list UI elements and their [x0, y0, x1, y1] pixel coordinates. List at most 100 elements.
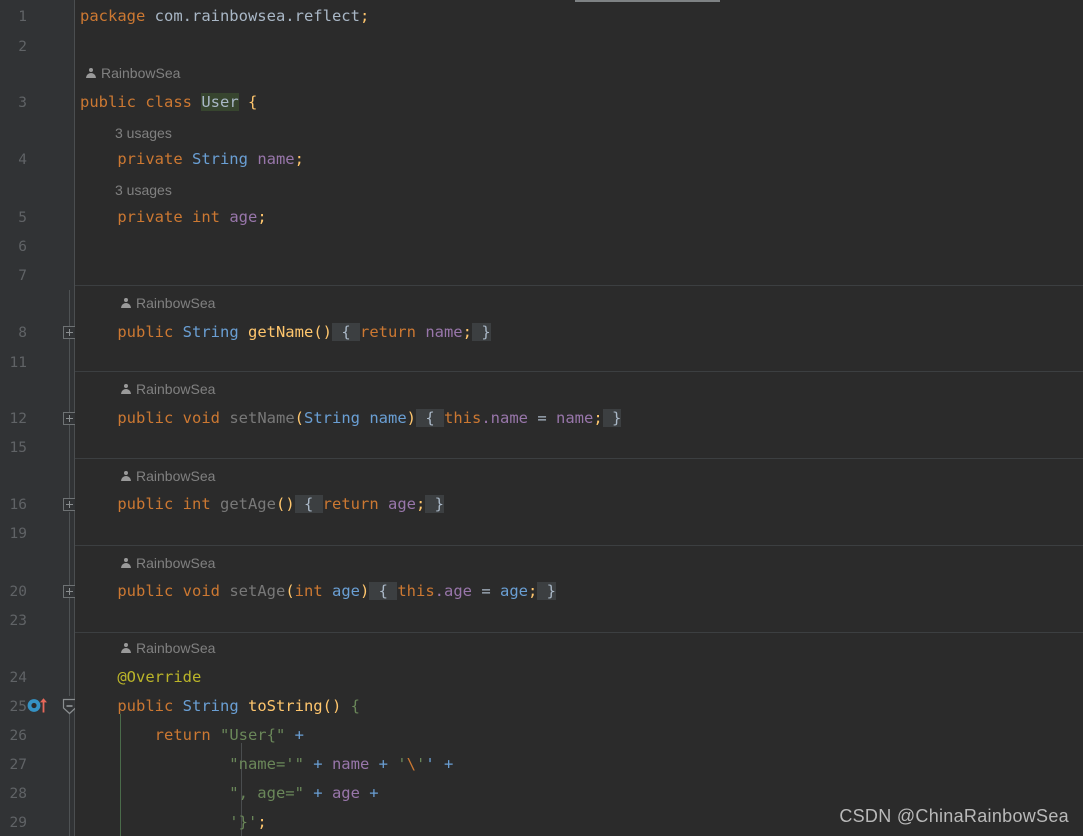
- inlay-hint-author-label: RainbowSea: [136, 640, 216, 656]
- inlay-hint-usages-age[interactable]: 3 usages: [115, 183, 172, 197]
- token-semicolon: ;: [415, 495, 426, 513]
- line-number: 6: [18, 239, 27, 255]
- fold-rail: [69, 598, 70, 636]
- token-semicolon: ;: [462, 323, 472, 341]
- token-close-paren: ): [360, 582, 370, 600]
- code-line-29: '}';: [80, 813, 267, 831]
- code-line-3: public class User {: [80, 93, 258, 111]
- token-folded-open-brace[interactable]: {: [369, 582, 398, 600]
- code-line-12: public void setName(String name) { this.…: [80, 409, 622, 427]
- token-semicolon: ;: [593, 409, 603, 427]
- token-char-quote-close: ': [415, 755, 426, 773]
- token-type-string: String: [182, 697, 248, 715]
- line-number: 28: [9, 786, 27, 802]
- token-assign: =: [472, 582, 500, 600]
- token-string-age-label: ", age=": [80, 784, 304, 802]
- line-number: 1: [18, 9, 27, 25]
- token-keyword-public: public: [80, 697, 183, 715]
- token-folded-close-brace[interactable]: }: [471, 323, 491, 341]
- token-semicolon: ;: [359, 7, 370, 25]
- token-semicolon: ;: [528, 582, 538, 600]
- token-keyword-return: return: [80, 726, 220, 744]
- token-method-setname: setName: [229, 409, 295, 427]
- method-separator: [75, 371, 1083, 372]
- token-keyword-void: void: [182, 582, 230, 600]
- token-class-name-user: User: [201, 93, 239, 111]
- token-field-age: .age: [434, 582, 472, 600]
- token-string-user-open: "User{": [219, 726, 286, 744]
- token-folded-open-brace[interactable]: {: [416, 409, 444, 427]
- editor-gutter[interactable]: 1 2 3 4 5 6 7 8 11 12 15 16 19 20 23 24 …: [0, 0, 77, 836]
- token-keyword-int: int: [191, 208, 230, 226]
- token-parens: (): [322, 697, 342, 715]
- token-semicolon: ;: [257, 813, 267, 831]
- token-open-brace: {: [238, 93, 258, 111]
- user-icon: [85, 68, 96, 79]
- token-annotation-override: @Override: [80, 668, 202, 686]
- line-number: 19: [9, 526, 27, 542]
- line-number: 25: [9, 699, 27, 715]
- line-number: 23: [9, 613, 27, 629]
- fold-rail: [69, 425, 70, 463]
- fold-rail: [69, 714, 70, 836]
- code-line-1: package com.rainbowsea.reflect;: [80, 7, 370, 25]
- line-number: 24: [9, 670, 27, 686]
- token-char-close-brace: '}': [80, 813, 258, 831]
- token-method-tostring: toString: [247, 697, 323, 715]
- inlay-hint-author-label: RainbowSea: [136, 295, 216, 311]
- fold-rail: [69, 290, 70, 326]
- line-number: 5: [18, 210, 27, 226]
- code-editor-area[interactable]: package com.rainbowsea.reflect; RainbowS…: [75, 0, 1083, 836]
- line-number: 20: [9, 584, 27, 600]
- inlay-hint-usages-name[interactable]: 3 usages: [115, 126, 172, 140]
- overriding-method-icon[interactable]: [26, 697, 54, 713]
- line-number: 3: [18, 95, 27, 111]
- inlay-hint-author-getname[interactable]: RainbowSea: [120, 296, 215, 310]
- token-parens: (): [313, 323, 332, 341]
- inlay-hint-author-tostring[interactable]: RainbowSea: [120, 641, 215, 655]
- token-param-age: age: [332, 582, 360, 600]
- code-line-26: return "User{" +: [80, 726, 304, 744]
- token-char-quote-open: ': [397, 755, 407, 773]
- token-plus: ' +: [425, 755, 454, 773]
- inlay-hint-author-label: RainbowSea: [101, 65, 181, 81]
- method-separator: [75, 285, 1083, 286]
- token-folded-open-brace[interactable]: {: [331, 323, 360, 341]
- token-folded-open-brace[interactable]: {: [294, 495, 323, 513]
- fold-rail: [69, 463, 70, 499]
- fold-rail: [69, 512, 70, 550]
- token-folded-close-brace[interactable]: }: [425, 495, 444, 513]
- user-icon: [120, 384, 131, 395]
- token-type-string: String: [304, 409, 370, 427]
- code-line-27: "name='" + name + '\'' +: [80, 755, 454, 773]
- method-separator: [75, 545, 1083, 546]
- inlay-hint-usages-label: 3 usages: [115, 182, 172, 198]
- inlay-hint-author-setage[interactable]: RainbowSea: [120, 556, 215, 570]
- token-semicolon: ;: [257, 208, 267, 226]
- token-semicolon: ;: [294, 150, 304, 168]
- token-keyword-this: this: [444, 409, 482, 427]
- user-icon: [120, 558, 131, 569]
- token-keyword-public: public: [80, 93, 146, 111]
- token-folded-close-brace[interactable]: }: [602, 409, 622, 427]
- line-number: 26: [9, 728, 27, 744]
- line-number: 11: [9, 355, 27, 371]
- token-open-paren: (: [285, 582, 295, 600]
- user-icon: [120, 471, 131, 482]
- inlay-hint-author-label: RainbowSea: [136, 468, 216, 484]
- fold-rail: [69, 549, 70, 585]
- inlay-hint-author-getage[interactable]: RainbowSea: [120, 469, 215, 483]
- token-keyword-public: public: [80, 582, 183, 600]
- method-separator: [75, 458, 1083, 459]
- token-type-string: String: [182, 323, 248, 341]
- inlay-hint-author-class[interactable]: RainbowSea: [85, 66, 180, 80]
- token-keyword-this: this: [397, 582, 435, 600]
- token-param-name: name: [369, 409, 407, 427]
- token-method-getname: getName: [247, 323, 314, 341]
- inlay-hint-author-setname[interactable]: RainbowSea: [120, 382, 215, 396]
- inlay-hint-usages-label: 3 usages: [115, 125, 172, 141]
- line-number: 29: [9, 815, 27, 831]
- token-folded-close-brace[interactable]: }: [537, 582, 557, 600]
- token-method-getage: getAge: [219, 495, 276, 513]
- code-line-8: public String getName() { return name; }: [80, 323, 491, 341]
